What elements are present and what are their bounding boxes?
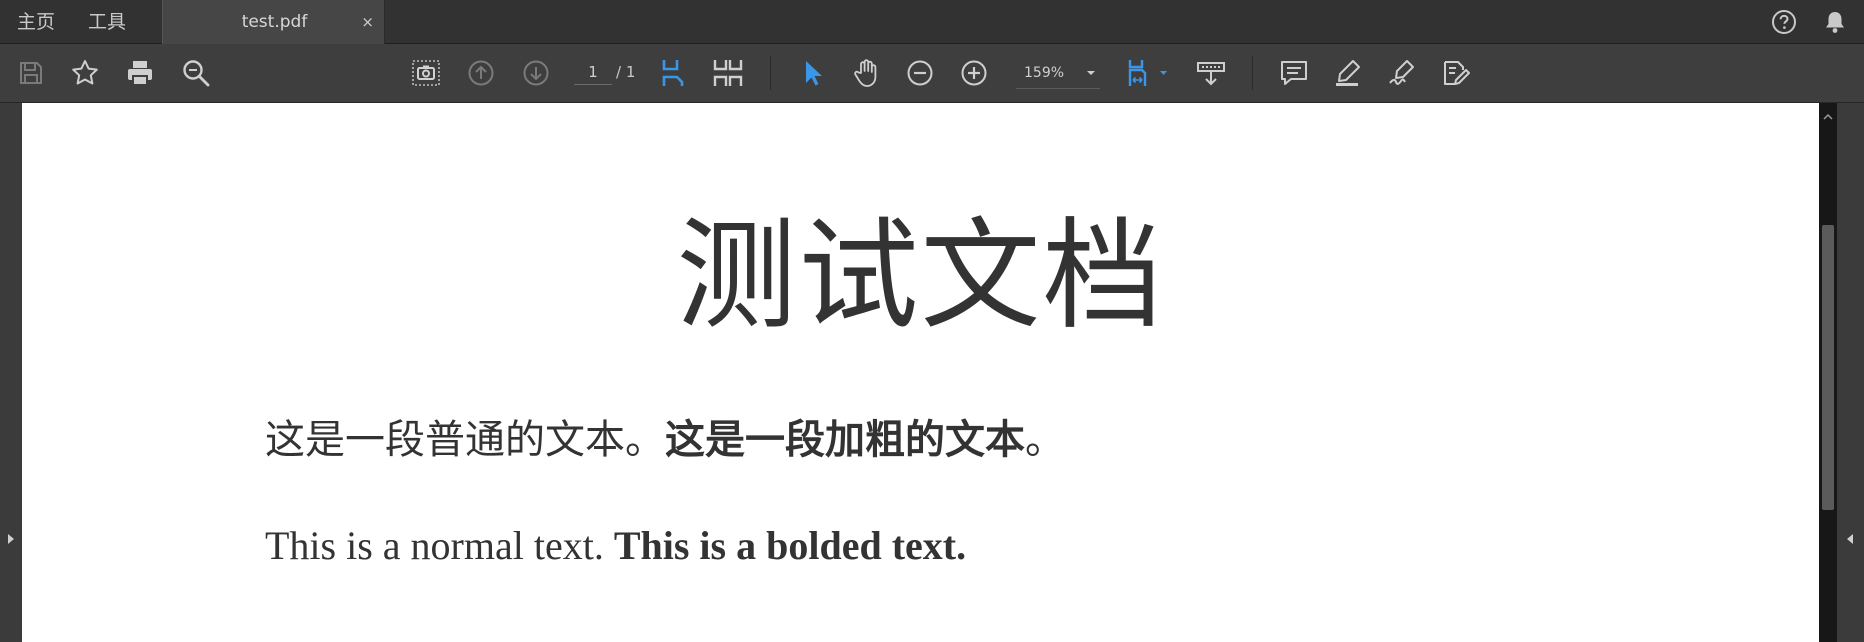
find-button[interactable] [181,58,211,88]
english-bold-text: This is a bolded text. [613,523,967,568]
zoom-in-button[interactable] [959,58,989,88]
zoom-in-icon [961,60,987,86]
expand-right-panel-icon[interactable] [1846,533,1854,545]
main-toolbar: / 1 159% [0,44,1864,103]
tools-tab[interactable]: 工具 [88,0,126,44]
tab-bar: 主页 工具 test.pdf × [0,0,1864,44]
scroll-up-arrow-icon[interactable] [1823,113,1833,121]
page-total-label: / 1 [616,63,636,81]
english-paragraph: This is a normal text. This is a bolded … [265,521,966,571]
single-page-icon [662,60,684,86]
chinese-paragraph: 这是一段普通的文本。这是一段加粗的文本。 [265,414,1065,466]
single-page-view-button[interactable] [659,58,689,88]
help-circle-icon[interactable] [1771,9,1797,35]
document-tab-title: test.pdf [241,12,308,32]
next-page-button[interactable] [521,58,551,88]
bookmark-star-icon [72,60,98,85]
save-button[interactable] [16,58,46,88]
highlight-button[interactable] [1333,58,1363,88]
prev-page-icon [468,60,494,86]
expand-left-panel-icon[interactable] [7,533,15,545]
toolbar-separator [1252,56,1253,90]
chevron-down-icon [1087,71,1095,75]
comment-icon [1281,61,1307,85]
search-zoom-icon [183,60,210,87]
previous-page-button[interactable] [466,58,496,88]
zoom-out-icon [907,60,933,86]
snapshot-button[interactable] [411,58,441,88]
page-number-input[interactable] [574,60,612,85]
document-title: 测试文档 [676,207,1165,346]
comment-button[interactable] [1279,58,1309,88]
edit-pdf-button[interactable] [1441,58,1471,88]
chinese-end-punctuation: 。 [1025,417,1065,462]
sign-button[interactable] [1387,58,1417,88]
select-cursor-icon [806,61,822,86]
hand-icon [854,59,877,87]
two-page-view-button[interactable] [713,58,743,88]
left-panel-rail [0,103,22,642]
toolbar-separator [770,56,771,90]
document-tab[interactable]: test.pdf × [162,0,385,44]
zoom-level-value: 159% [1024,65,1065,81]
english-normal-text: This is a normal text. [265,523,614,568]
two-page-icon [713,60,743,86]
scrollbar-thumb[interactable] [1822,225,1834,510]
select-tool-button[interactable] [797,58,827,88]
chinese-normal-text: 这是一段普通的文本。 [265,417,665,462]
fit-page-icon [1128,60,1167,86]
fit-page-button[interactable] [1127,58,1171,88]
print-icon [128,61,152,86]
bell-icon[interactable] [1822,9,1848,35]
bookmark-button[interactable] [70,58,100,88]
sign-icon [1389,60,1414,85]
close-tab-button[interactable]: × [361,0,374,44]
print-button[interactable] [125,58,155,88]
edit-pdf-icon [1444,61,1470,85]
zoom-level-dropdown[interactable]: 159% [1016,58,1100,89]
save-icon [20,62,42,84]
scroll-mode-button[interactable] [1196,58,1226,88]
pdf-page: 测试文档 这是一段普通的文本。这是一段加粗的文本。 This is a norm… [22,103,1819,642]
next-page-icon [523,60,549,86]
chinese-bold-text: 这是一段加粗的文本 [665,417,1025,462]
highlight-icon [1336,60,1360,86]
home-tab[interactable]: 主页 [17,0,55,44]
hand-tool-button[interactable] [851,58,881,88]
zoom-out-button[interactable] [905,58,935,88]
snapshot-icon [412,60,440,86]
right-panel-rail [1837,103,1864,642]
scroll-mode-icon [1197,62,1225,86]
